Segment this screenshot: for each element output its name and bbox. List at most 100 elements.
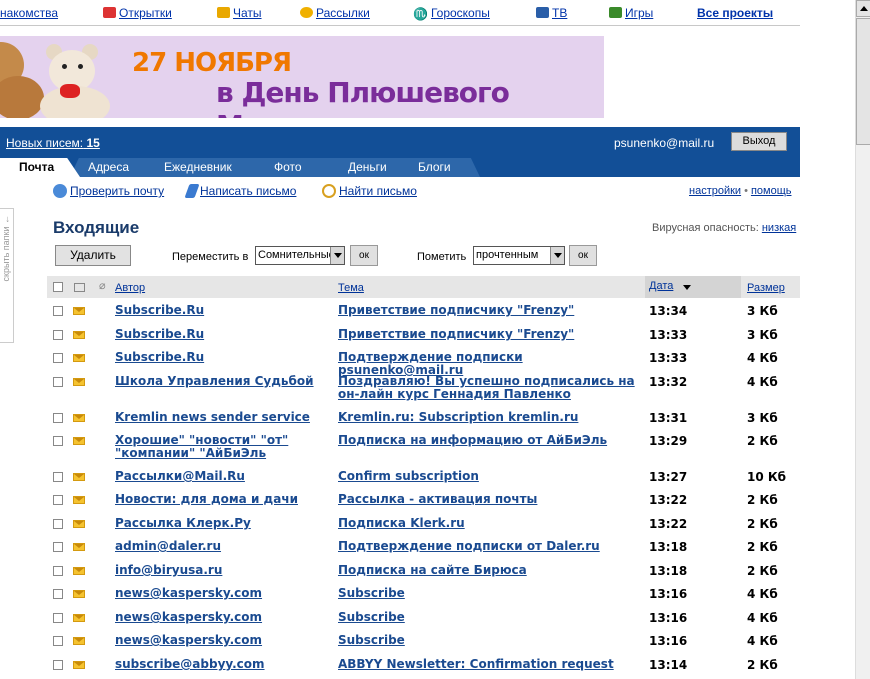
unread-envelope-icon <box>73 331 85 339</box>
top-nav-znakomstva[interactable]: накомства <box>0 6 58 20</box>
tab-addresses[interactable]: Адреса <box>70 158 158 177</box>
scroll-thumb[interactable] <box>856 18 870 145</box>
tab-diary[interactable]: Ежедневник <box>148 158 260 177</box>
row-subject[interactable]: Подписка на сайте Бирюса <box>338 564 643 577</box>
row-subject[interactable]: Kremlin.ru: Subscription kremlin.ru <box>338 411 643 424</box>
row-author[interactable]: news@kaspersky.com <box>115 611 315 624</box>
row-subject[interactable]: Поздравляю! Вы успешно подписались на он… <box>338 375 643 401</box>
delete-button[interactable]: Удалить <box>55 245 131 266</box>
find-mail-label: Найти письмо <box>339 184 417 198</box>
unread-envelope-icon <box>73 520 85 528</box>
row-subject[interactable]: Подтверждение подписки от Daler.ru <box>338 540 643 553</box>
horoscope-icon: ♏ <box>413 7 428 21</box>
row-checkbox[interactable] <box>53 589 63 599</box>
write-mail-link[interactable]: Написать письмо <box>184 184 297 198</box>
row-author[interactable]: admin@daler.ru <box>115 540 315 553</box>
row-author[interactable]: Новости: для дома и дачи <box>115 493 315 506</box>
row-author[interactable]: news@kaspersky.com <box>115 634 315 647</box>
hide-folders-tab[interactable]: скрыть папки ← <box>0 208 14 343</box>
date-column-header[interactable]: Дата <box>649 280 673 292</box>
exit-button[interactable]: Выход <box>731 132 787 151</box>
row-author[interactable]: subscribe@abbyy.com <box>115 658 315 671</box>
row-checkbox[interactable] <box>53 542 63 552</box>
row-checkbox[interactable] <box>53 519 63 529</box>
row-checkbox[interactable] <box>53 353 63 363</box>
row-subject[interactable]: ABBYY Newsletter: Confirmation request <box>338 658 643 671</box>
top-nav-postcards[interactable]: Открытки <box>103 6 172 20</box>
row-subject[interactable]: Subscribe <box>338 587 643 600</box>
row-checkbox[interactable] <box>53 377 63 387</box>
row-subject[interactable]: Подписка Klerk.ru <box>338 517 643 530</box>
tab-mail[interactable]: Почта <box>0 158 80 177</box>
row-author[interactable]: Рассылка Клерк.Ру <box>115 517 315 530</box>
write-mail-label: Написать письмо <box>200 184 297 198</box>
find-mail-link[interactable]: Найти письмо <box>322 184 417 198</box>
help-link[interactable]: помощь <box>751 185 792 197</box>
tab-money[interactable]: Деньги <box>334 158 412 177</box>
row-date: 13:22 <box>649 517 688 531</box>
row-author[interactable]: Хорошие" "новости" "от" "компании" "АйБи… <box>115 434 305 460</box>
new-mail-count: 15 <box>86 136 100 150</box>
top-nav-games[interactable]: Игры <box>609 6 653 20</box>
all-projects-link[interactable]: Все проекты <box>697 6 773 20</box>
tab-blogs[interactable]: Блоги <box>404 158 480 177</box>
unread-envelope-icon <box>73 496 85 504</box>
teddy-bear-day-banner[interactable]: 27 НОЯБРЯ в День Плюшевого Мишки <box>0 36 604 118</box>
row-checkbox[interactable] <box>53 413 63 423</box>
row-author[interactable]: Kremlin news sender service <box>115 411 315 424</box>
row-author[interactable]: Школа Управления Судьбой <box>115 375 315 388</box>
row-author[interactable]: Рассылки@Mail.Ru <box>115 470 315 483</box>
row-checkbox[interactable] <box>53 613 63 623</box>
row-checkbox[interactable] <box>53 495 63 505</box>
row-size: 2 Кб <box>747 540 778 554</box>
select-all-checkbox[interactable] <box>53 282 63 292</box>
row-checkbox[interactable] <box>53 636 63 646</box>
row-subject[interactable]: Subscribe <box>338 611 643 624</box>
row-author[interactable]: Subscribe.Ru <box>115 328 315 341</box>
check-mail-link[interactable]: Проверить почту <box>53 184 164 198</box>
move-ok-button[interactable]: ок <box>350 245 378 266</box>
unread-envelope-icon <box>73 567 85 575</box>
row-author[interactable]: Subscribe.Ru <box>115 304 315 317</box>
row-subject[interactable]: Приветствие подписчику "Frenzy" <box>338 328 643 341</box>
row-author[interactable]: Subscribe.Ru <box>115 351 315 364</box>
row-checkbox[interactable] <box>53 660 63 670</box>
row-author[interactable]: news@kaspersky.com <box>115 587 315 600</box>
move-folder-select[interactable]: Сомнительные <box>255 246 345 265</box>
scroll-up-button[interactable] <box>856 0 870 17</box>
top-nav-newsletters[interactable]: Рассылки <box>300 6 370 20</box>
chevron-down-icon <box>330 247 344 264</box>
row-size: 3 Кб <box>747 304 778 318</box>
row-subject[interactable]: Приветствие подписчику "Frenzy" <box>338 304 643 317</box>
virus-danger: Вирусная опасность: низкая <box>652 222 796 234</box>
mark-ok-button[interactable]: ок <box>569 245 597 266</box>
top-nav-horoscopes[interactable]: ♏ Гороскопы <box>413 6 490 21</box>
top-nav-games-label: Игры <box>625 6 654 20</box>
row-author[interactable]: info@biryusa.ru <box>115 564 315 577</box>
postcard-icon <box>103 7 116 18</box>
row-checkbox[interactable] <box>53 472 63 482</box>
row-subject[interactable]: Subscribe <box>338 634 643 647</box>
row-subject[interactable]: Рассылка - активация почты <box>338 493 643 506</box>
unread-envelope-icon <box>73 614 85 622</box>
top-nav-chats[interactable]: Чаты <box>217 6 262 20</box>
virus-level-link[interactable]: низкая <box>762 222 796 234</box>
author-column-header[interactable]: Автор <box>115 282 145 294</box>
row-checkbox[interactable] <box>53 436 63 446</box>
row-subject[interactable]: Confirm subscription <box>338 470 643 483</box>
chevron-down-icon <box>550 247 564 264</box>
row-subject[interactable]: Подписка на информацию от АйБиЭль <box>338 434 643 447</box>
size-column-header[interactable]: Размер <box>747 282 785 294</box>
mark-as-select[interactable]: прочтенным <box>473 246 565 265</box>
unread-envelope-icon <box>73 354 85 362</box>
vertical-scrollbar[interactable] <box>855 0 870 679</box>
row-date: 13:14 <box>649 658 688 672</box>
row-checkbox[interactable] <box>53 330 63 340</box>
settings-link[interactable]: настройки <box>689 185 741 197</box>
row-checkbox[interactable] <box>53 566 63 576</box>
tab-photo[interactable]: Фото <box>252 158 342 177</box>
subject-column-header[interactable]: Тема <box>338 282 364 294</box>
top-nav-tv[interactable]: ТВ <box>536 6 567 20</box>
new-mail-link[interactable]: Новых писем: 15 <box>6 136 100 150</box>
row-checkbox[interactable] <box>53 306 63 316</box>
